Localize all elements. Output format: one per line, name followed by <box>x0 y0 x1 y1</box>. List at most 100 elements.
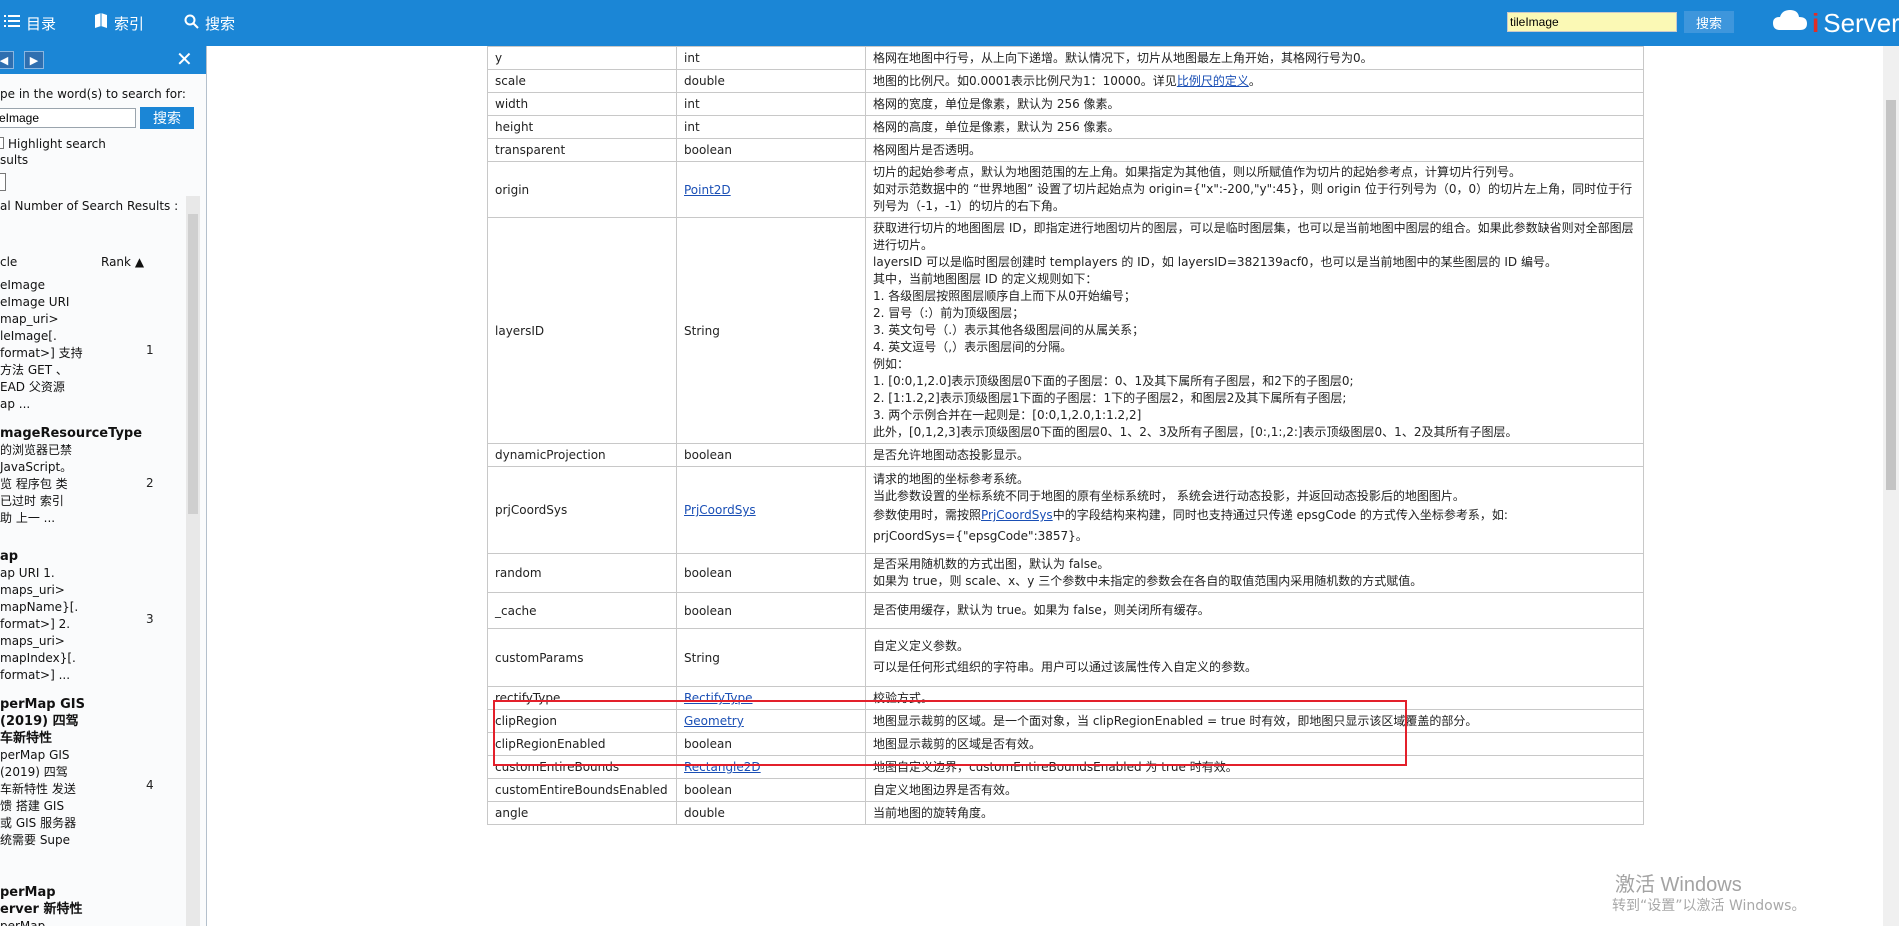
result-line: EAD 父资源 <box>0 380 65 394</box>
param-type-link[interactable]: Geometry <box>684 714 744 728</box>
param-type-cell: String <box>676 628 866 687</box>
result-line: eImage <box>0 278 45 292</box>
param-name-cell: rectifyType <box>487 686 677 710</box>
param-name-cell: customEntireBounds <box>487 755 677 779</box>
result-line: map_uri> <box>0 312 59 326</box>
parameter-row: rectifyType RectifyType 校验方式。 <box>487 686 1644 710</box>
highlight-checkbox-label[interactable]: Highlight search <box>8 137 106 151</box>
description-line: 请求的地图的坐标参考系统。 <box>873 472 1030 486</box>
param-name-cell: customParams <box>487 628 677 687</box>
search-tab-button[interactable]: 搜索 <box>184 0 235 46</box>
param-description-cell: 是否允许地图动态投影显示。 <box>865 443 1644 467</box>
sidebar-header: ◀ ▶ ✕ <box>0 46 206 74</box>
result-line: format>] ... <box>0 668 71 682</box>
param-type-cell: Rectangle2D <box>676 755 866 779</box>
search-result-5[interactable]: perMap erver 新特性 perMap <box>0 884 82 926</box>
parameter-row: y int 格网在地图中行号，从上向下递增。默认情况下，切片从地图最左上角开始，其格… <box>487 46 1644 70</box>
prev-arrow-icon[interactable]: ◀ <box>0 51 14 69</box>
contents-button[interactable]: 目录 <box>4 0 56 46</box>
description-link[interactable]: PrjCoordSys <box>981 508 1053 522</box>
parameter-row: width int 格网的宽度，单位是像素，默认为 256 像素。 <box>487 92 1644 116</box>
index-label: 索引 <box>114 14 145 33</box>
description-line: 自定义定义参数。 <box>873 638 970 653</box>
description-link[interactable]: 比例尺的定义 <box>1177 74 1249 88</box>
page-scroll-thumb[interactable] <box>1886 100 1896 490</box>
param-description-cell: 当前地图的旋转角度。 <box>865 801 1644 825</box>
param-description-cell: 格网的宽度，单位是像素，默认为 256 像素。 <box>865 92 1644 116</box>
parameter-row: height int 格网的高度，单位是像素，默认为 256 像素。 <box>487 115 1644 139</box>
result-line: 或 GIS 服务器 <box>0 816 77 830</box>
activation-watermark-title: 激活 Windows <box>1615 874 1742 896</box>
parameter-row: customEntireBoundsEnabled boolean 自定义地图边界是… <box>487 778 1644 802</box>
contents-label: 目录 <box>26 14 57 33</box>
param-type-link[interactable]: PrjCoordSys <box>684 503 756 517</box>
description-line: 是否使用缓存，默认为 true。如果为 false，则关闭所有缓存。 <box>873 603 1210 617</box>
param-type-link[interactable]: RectifyType <box>684 691 753 705</box>
description-line: 是否采用随机数的方式出图，默认为 false。 <box>873 557 1110 571</box>
description-line: 此外，[0,1,2,3]表示顶级图层0下面的图层0、1、2、3及所有子图层，[0… <box>873 425 1518 439</box>
result-line: 车新特性 发送 <box>0 782 76 796</box>
param-description-cell: 是否采用随机数的方式出图，默认为 false。 如果为 true，则 scale、… <box>865 553 1644 593</box>
result-line: eImage URI <box>0 295 70 309</box>
result-line: JavaScript。 <box>0 460 73 474</box>
parameter-row: random boolean 是否采用随机数的方式出图，默认为 false。 如果为 … <box>487 553 1644 593</box>
param-description-cell: 获取进行切片的地图图层 ID，即指定进行地图切片的图层，可以是临时图层集，也可以… <box>865 217 1644 444</box>
total-results-label: al Number of Search Results : <box>0 199 179 213</box>
sidebar-scroll-thumb[interactable] <box>188 214 198 514</box>
result-rank: 1 <box>146 343 154 357</box>
param-type-link[interactable]: Rectangle2D <box>684 760 761 774</box>
result-line: perMap <box>0 885 56 900</box>
param-type-cell: double <box>676 801 866 825</box>
sort-asc-icon: ▲ <box>134 255 145 269</box>
param-type-link[interactable]: Point2D <box>684 183 731 197</box>
search-result-1[interactable]: eImage eImage URI map_uri> leImage[. for… <box>0 277 83 413</box>
param-name-cell: layersID <box>487 217 677 444</box>
param-name-cell: random <box>487 553 677 593</box>
description-line: 1. [0:0,1,2.0]表示顶级图层0下面的子图层：0、1及其下属所有子图层… <box>873 374 1354 388</box>
search-tab-label: 搜索 <box>205 14 236 33</box>
sidebar-search-button[interactable]: 搜索 <box>140 107 194 129</box>
next-arrow-icon[interactable]: ▶ <box>24 51 44 69</box>
top-search-button[interactable]: 搜索 <box>1684 11 1734 33</box>
parameter-row: customParams String 自定义定义参数。可以是任何形式组织的字符串。… <box>487 628 1644 687</box>
description-line: 地图自定义边界，customEntireBoundsEnabled 为 true… <box>873 759 1238 774</box>
parameter-row: clipRegion Geometry 地图显示裁剪的区域。是一个面对象，当 cli… <box>487 709 1644 733</box>
parameter-row: dynamicProjection boolean 是否允许地图动态投影显示。 <box>487 443 1644 467</box>
col-title-header[interactable]: cle <box>0 255 17 269</box>
parameter-row: transparent boolean 格网图片是否透明。 <box>487 138 1644 162</box>
sidebar-search-input[interactable] <box>0 108 136 128</box>
param-type-cell: RectifyType <box>676 686 866 710</box>
param-description-cell: 地图显示裁剪的区域是否有效。 <box>865 732 1644 756</box>
description-line: 其中，当前地图图层 ID 的定义规则如下： <box>873 272 1098 286</box>
highlight-checkbox-label2: sults <box>0 153 29 167</box>
book-icon <box>94 13 108 33</box>
close-icon[interactable]: ✕ <box>176 49 193 69</box>
description-line: 3. 英文句号（.）表示其他各级图层间的从属关系； <box>873 323 1145 337</box>
result-line: maps_uri> <box>0 634 65 648</box>
description-line: 是否允许地图动态投影显示。 <box>873 447 1030 462</box>
description-line: 地图的比例尺。如0.0001表示比例尺为1：10000。详见比例尺的定义。 <box>873 73 1261 88</box>
results-count-field[interactable] <box>0 173 6 191</box>
search-result-4[interactable]: perMap GIS (2019) 四驾 车新特性 perMap GIS (20… <box>0 696 85 849</box>
index-button[interactable]: 索引 <box>94 0 144 46</box>
description-line: 格网的宽度，单位是像素，默认为 256 像素。 <box>873 96 1120 111</box>
parameter-row: scale double 地图的比例尺。如0.0001表示比例尺为1：10000。详… <box>487 69 1644 93</box>
result-line: mapName}[. <box>0 600 79 614</box>
description-line: 参数使用时，需按照PrjCoordSys中的字段结构来构建，同时也支持通过只传递… <box>873 508 1508 522</box>
description-line: 1. 各级图层按照图层顺序自上而下从0开始编号； <box>873 289 1136 303</box>
param-type-cell: boolean <box>676 592 866 629</box>
col-rank-header[interactable]: Rank ▲ <box>101 255 144 269</box>
result-line: format>] 2. <box>0 617 71 631</box>
param-description-cell: 地图的比例尺。如0.0001表示比例尺为1：10000。详见比例尺的定义。 <box>865 69 1644 93</box>
param-description-cell: 格网的高度，单位是像素，默认为 256 像素。 <box>865 115 1644 139</box>
param-name-cell: clipRegion <box>487 709 677 733</box>
highlight-checkbox[interactable] <box>0 137 4 149</box>
top-search-input[interactable] <box>1507 12 1677 32</box>
description-line: 当此参数设置的坐标系统不同于地图的原有坐标系统时， 系统会进行动态投影，并返回动… <box>873 489 1465 503</box>
param-type-cell: boolean <box>676 443 866 467</box>
search-result-2[interactable]: mageResourceType 的浏览器已禁 JavaScript。 览 程序… <box>0 425 142 527</box>
param-type-cell: boolean <box>676 778 866 802</box>
search-result-3[interactable]: ap ap URI 1. maps_uri> mapName}[. format… <box>0 548 78 684</box>
param-description-cell: 校验方式。 <box>865 686 1644 710</box>
description-line: 可以是任何形式组织的字符串。用户可以通过该属性传入自定义的参数。 <box>873 659 1258 674</box>
